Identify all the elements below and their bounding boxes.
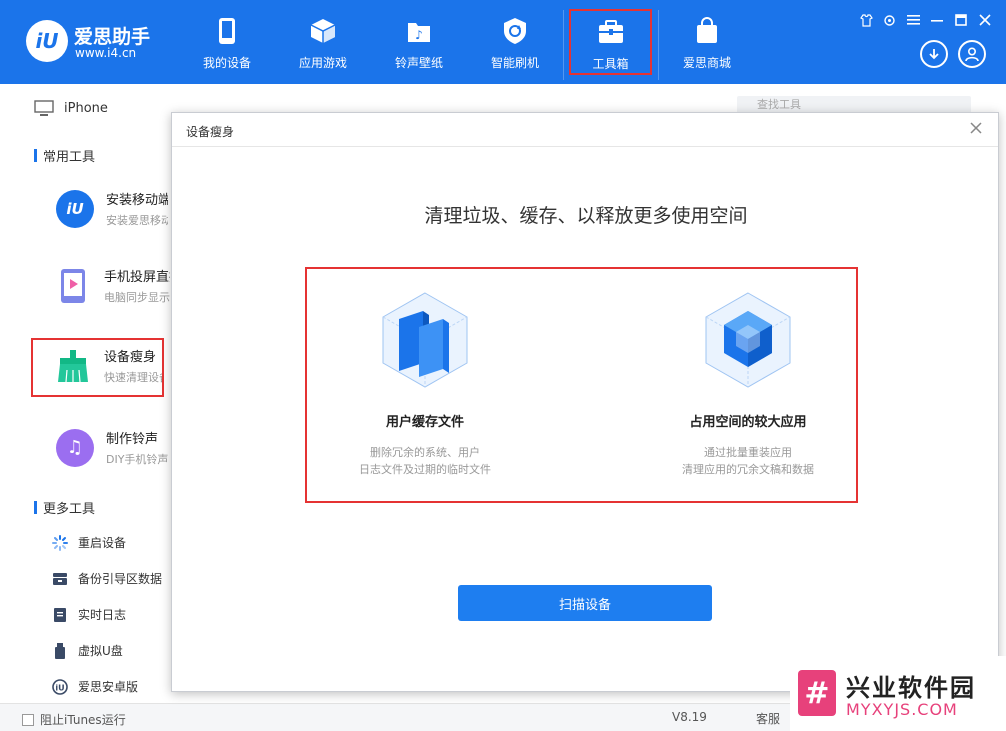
more-reboot-device[interactable]: 重启设备: [52, 534, 126, 551]
tablet-play-icon: [54, 267, 92, 305]
more-label: 备份引导区数据: [78, 572, 163, 586]
tool-name: 制作铃声: [106, 432, 159, 447]
database-icon: [52, 571, 68, 587]
svg-text:♪: ♪: [415, 28, 423, 42]
menu-icon[interactable]: [905, 12, 921, 28]
nav-label: 智能刷机: [490, 56, 539, 70]
option-desc-line: 通过批量重装应用: [704, 446, 792, 459]
option-desc-line: 日志文件及过期的临时文件: [359, 463, 491, 476]
block-itunes-toggle[interactable]: 阻止iTunes运行: [22, 711, 126, 728]
option-user-cache[interactable]: 用户缓存文件 删除冗余的系统、用户 日志文件及过期的临时文件: [305, 289, 545, 478]
highlight-box: [31, 338, 164, 397]
common-tools-title: 常用工具: [34, 146, 95, 165]
tool-name: 安装移动端: [106, 193, 168, 208]
watermark-url: MYXYJS.COM: [846, 700, 958, 719]
option-desc: 通过批量重装应用 清理应用的冗余文稿和数据: [628, 444, 868, 478]
tool-desc: 电脑同步显示手机: [104, 291, 170, 304]
close-icon[interactable]: [966, 119, 986, 139]
cache-files-icon: [375, 289, 475, 389]
phone-icon: [212, 16, 242, 46]
version-label: V8.19: [672, 710, 707, 724]
more-backup-boot[interactable]: 备份引导区数据: [52, 570, 162, 587]
top-header: iU 爱思助手 www.i4.cn 我的设备 应用游戏 ♪ 铃声壁纸 智能刷机 …: [0, 0, 1006, 84]
maximize-icon[interactable]: [953, 12, 969, 28]
app-logo: iU: [26, 20, 68, 62]
nav-ringtones-wallpapers[interactable]: ♪ 铃声壁纸: [371, 0, 467, 84]
brand-name: 爱思助手: [74, 26, 151, 48]
nav-smart-flash[interactable]: 智能刷机: [467, 0, 563, 84]
customer-service-link[interactable]: 客服: [756, 710, 780, 727]
option-desc: 删除冗余的系统、用户 日志文件及过期的临时文件: [305, 444, 545, 478]
nav-label: 铃声壁纸: [394, 56, 443, 70]
option-large-apps[interactable]: 占用空间的较大应用 通过批量重装应用 清理应用的冗余文稿和数据: [628, 289, 868, 478]
more-label: 重启设备: [78, 536, 127, 550]
refresh-shield-icon: [500, 16, 530, 46]
music-folder-icon: ♪: [404, 16, 434, 46]
more-label: 实时日志: [78, 608, 127, 622]
dialog-heading: 清理垃圾、缓存、以释放更多使用空间: [424, 205, 748, 227]
more-label: 虚拟U盘: [78, 644, 123, 658]
option-desc-line: 清理应用的冗余文稿和数据: [682, 463, 814, 476]
minimize-icon[interactable]: [929, 12, 945, 28]
cube-icon: [308, 16, 338, 46]
nav-apps-games[interactable]: 应用游戏: [275, 0, 371, 84]
dialog-title: 设备瘦身: [186, 125, 235, 139]
shopping-bag-icon: [692, 16, 722, 46]
close-icon[interactable]: [977, 12, 993, 28]
nav-label: 工具箱: [592, 57, 629, 71]
download-icon[interactable]: [920, 40, 948, 68]
hash-logo-icon: #: [798, 670, 836, 716]
computer-icon: [34, 100, 54, 116]
tool-name: 手机投屏直播: [104, 270, 170, 285]
nav-my-device[interactable]: 我的设备: [179, 0, 275, 84]
spinner-icon: [52, 534, 68, 551]
svg-text:iU: iU: [55, 683, 64, 692]
brand-url: www.i4.cn: [75, 46, 137, 60]
nav-i4-store[interactable]: 爱思商城: [659, 0, 755, 84]
tool-desc: 安装爱思移动端: [106, 214, 168, 227]
option-title: 用户缓存文件: [385, 415, 464, 430]
i4-app-icon: iU: [56, 189, 94, 228]
tool-screen-mirror[interactable]: 手机投屏直播 电脑同步显示手机: [54, 266, 170, 305]
more-label: 爱思安卓版: [78, 680, 139, 694]
watermark-title: 兴业软件园: [846, 674, 976, 702]
more-realtime-log[interactable]: 实时日志: [52, 606, 126, 623]
nav-label: 我的设备: [202, 56, 251, 70]
nav-divider: [563, 10, 564, 80]
tool-make-ringtone[interactable]: ♫ 制作铃声 DIY手机铃声: [56, 428, 168, 467]
usb-drive-icon: [52, 642, 68, 659]
device-slim-dialog: 设备瘦身 清理垃圾、缓存、以释放更多使用空间 用户缓存文件 删除冗余的系统、用户…: [171, 112, 999, 692]
device-selector[interactable]: iPhone: [34, 100, 108, 117]
nav-label: 应用游戏: [298, 56, 347, 70]
log-icon: [52, 607, 68, 623]
dialog-header: 设备瘦身: [172, 113, 998, 147]
more-i4-android[interactable]: iU 爱思安卓版: [52, 678, 138, 695]
scan-device-button[interactable]: 扫描设备: [458, 585, 712, 621]
music-note-icon: ♫: [56, 428, 94, 467]
option-title: 占用空间的较大应用: [689, 415, 807, 430]
tool-desc: DIY手机铃声: [106, 453, 168, 466]
settings-icon[interactable]: [881, 12, 897, 28]
option-desc-line: 删除冗余的系统、用户: [370, 446, 480, 459]
logo-text: iU: [35, 29, 59, 53]
block-itunes-label: 阻止iTunes运行: [40, 713, 126, 727]
device-name: iPhone: [64, 101, 108, 116]
user-account-icon[interactable]: [958, 40, 986, 68]
checkbox[interactable]: [22, 713, 34, 726]
toolbox-icon: [596, 17, 626, 47]
more-tools-title: 更多工具: [34, 498, 95, 517]
i4-android-icon: iU: [52, 678, 68, 695]
more-virtual-usb[interactable]: 虚拟U盘: [52, 642, 123, 659]
nav-label: 爱思商城: [682, 56, 731, 70]
tool-install-mobile[interactable]: iU 安装移动端 安装爱思移动端: [56, 189, 168, 228]
watermark: # 兴业软件园 MYXYJS.COM: [790, 656, 1006, 731]
options-highlight-box: 用户缓存文件 删除冗余的系统、用户 日志文件及过期的临时文件 占用空间的较大应用: [305, 267, 858, 503]
nav-toolbox[interactable]: 工具箱: [569, 9, 652, 75]
skin-icon[interactable]: [858, 12, 874, 28]
large-apps-icon: [698, 289, 798, 389]
